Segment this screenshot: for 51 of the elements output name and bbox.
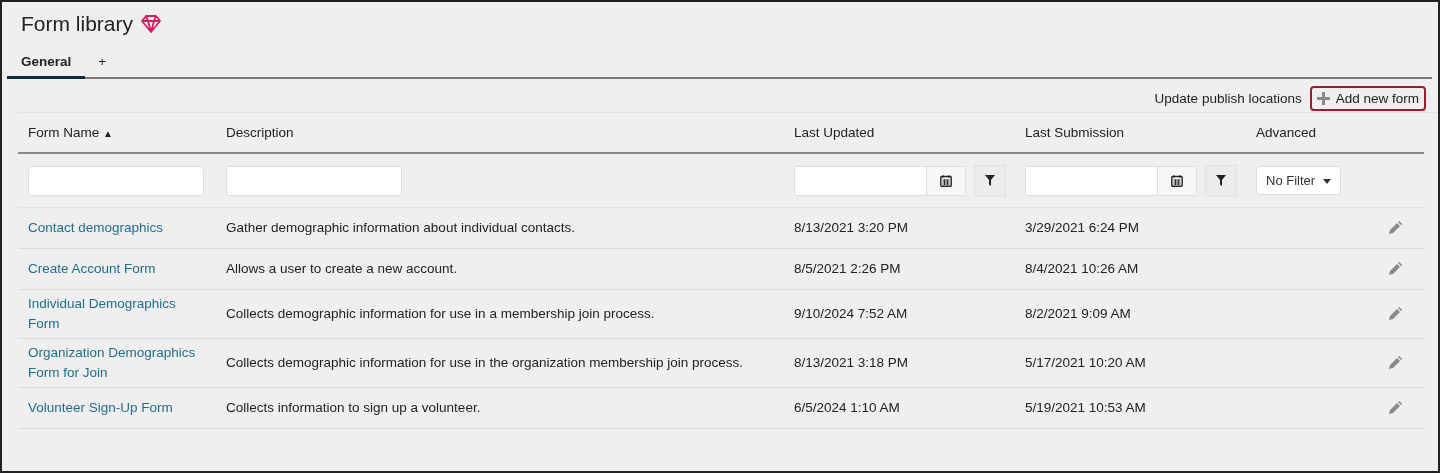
filter-button[interactable] [1205, 164, 1237, 197]
form-name-link[interactable]: Individual Demographics Form [28, 294, 208, 334]
form-name-link[interactable]: Contact demographics [28, 218, 164, 238]
calendar-button[interactable] [926, 166, 965, 195]
calendar-icon [940, 174, 952, 187]
edit-icon[interactable] [1388, 221, 1402, 235]
date-field[interactable] [1025, 165, 1197, 196]
filter-button[interactable] [974, 164, 1006, 197]
update-publish-locations-link[interactable]: Update publish locations [1154, 90, 1302, 106]
add-new-form-button[interactable]: Add new form [1309, 85, 1426, 111]
tab[interactable]: General [7, 48, 86, 79]
filter-icon [985, 175, 995, 186]
page-title: Form library [21, 12, 133, 36]
table-cell: 8/4/2021 10:26 AM [1025, 261, 1139, 276]
column-header[interactable]: Advanced [1256, 125, 1317, 140]
filter-field[interactable] [226, 165, 402, 196]
caret-icon [1322, 179, 1331, 185]
edit-icon[interactable] [1388, 262, 1402, 276]
filter-field[interactable] [28, 165, 204, 196]
table-cell: Collects demographic information for use in the organization membership join process. [226, 355, 743, 370]
column-header[interactable]: Description [226, 125, 294, 140]
table-cell: 9/10/2024 7:52 AM [794, 306, 908, 321]
table-cell: 8/5/2021 2:26 PM [794, 261, 901, 276]
filter-icon [1216, 175, 1226, 186]
plus-icon [1316, 91, 1330, 105]
table-cell: 3/29/2021 6:24 PM [1025, 220, 1140, 235]
column-header[interactable]: Last Updated [794, 125, 875, 140]
table-cell: 8/13/2021 3:18 PM [794, 355, 909, 370]
edit-icon[interactable] [1388, 356, 1402, 370]
table-cell: 6/5/2024 1:10 AM [794, 400, 900, 415]
table-cell: Allows a user to create a new account. [226, 261, 458, 276]
edit-icon[interactable] [1388, 307, 1402, 321]
table-cell: 5/19/2021 10:53 AM [1025, 400, 1146, 415]
date-field[interactable] [794, 165, 966, 196]
calendar-icon [1171, 174, 1183, 187]
form-name-link[interactable]: Organization Demographics Form for Join [28, 343, 208, 383]
calendar-button[interactable] [1157, 166, 1196, 195]
form-name-link[interactable]: Create Account Form [28, 259, 156, 279]
column-header[interactable]: Form Name ▲ [28, 125, 113, 140]
table-cell: 8/13/2021 3:20 PM [794, 220, 909, 235]
table-cell: 8/2/2021 9:09 AM [1025, 306, 1131, 321]
filter-dropdown[interactable]: No Filter [1256, 166, 1341, 195]
table-cell: 5/17/2021 10:20 AM [1025, 355, 1146, 370]
table-cell: Collects information to sign up a volunteer. [226, 400, 481, 415]
table-cell: Gather demographic information about individual contacts. [226, 220, 575, 235]
tab[interactable]: + [85, 48, 120, 79]
column-header[interactable]: Last Submission [1025, 125, 1125, 140]
form-name-link[interactable]: Volunteer Sign-Up Form [28, 398, 173, 418]
gem-icon [141, 15, 161, 33]
table-cell: Collects demographic information for use in a membership join process. [226, 306, 655, 321]
edit-icon[interactable] [1388, 401, 1402, 415]
